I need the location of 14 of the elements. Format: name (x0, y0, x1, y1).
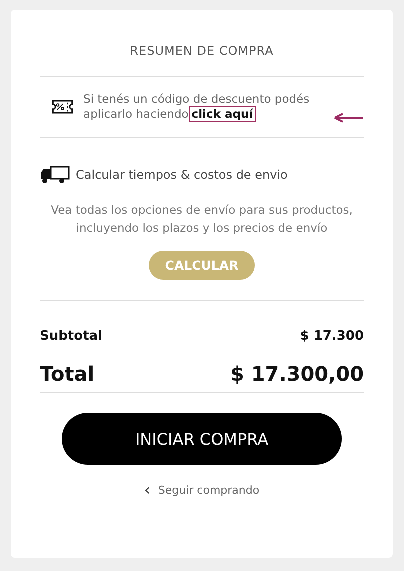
total-label: Total (40, 362, 95, 386)
chevron-left-icon: ‹ (144, 481, 150, 499)
card-title: RESUMEN DE COMPRA (129, 44, 275, 58)
total-value: $ 17.300,00 (230, 362, 364, 386)
coupon-text: Si tenés un código de descuento podés aplicarlo haciendo click aquí (84, 92, 311, 122)
checkout-button[interactable]: INICIAR COMPRA (62, 413, 342, 465)
continue-shopping-link[interactable]: Seguir comprando (158, 484, 260, 496)
click-here-link[interactable]: click aquí (188, 106, 256, 122)
arrow-icon (334, 113, 364, 123)
subtotal-label: Subtotal (40, 329, 103, 344)
shipping-heading: Calcular tiempos & costos de envio (76, 168, 288, 182)
shipping-description: Vea todas los opciones de envío para sus productos, incluyendo los plazos y los precios de envío (50, 202, 354, 237)
subtotal-value: $ 17.300 (300, 329, 364, 344)
truck-icon (40, 166, 70, 184)
